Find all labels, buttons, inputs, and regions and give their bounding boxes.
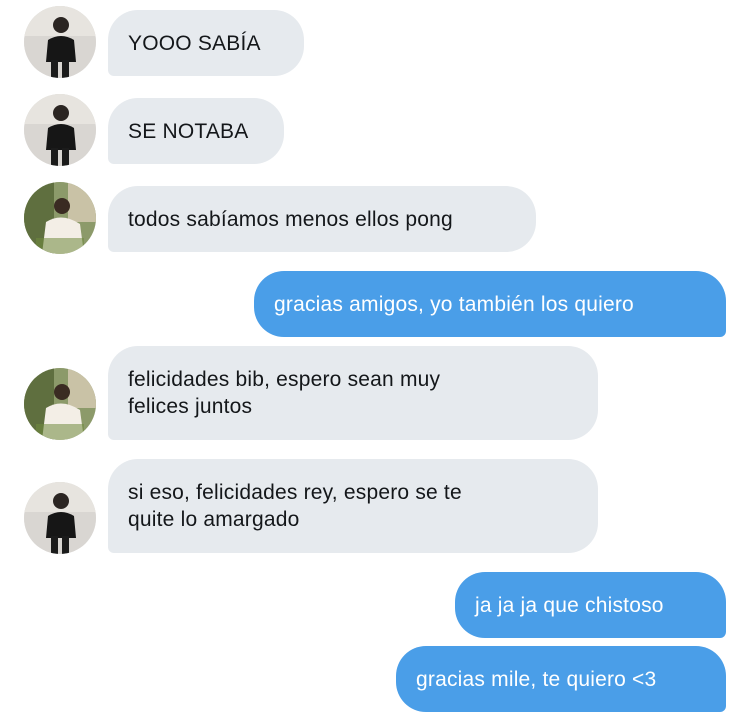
- message-text: gracias amigos, yo también los quiero: [274, 292, 634, 316]
- message-text: todos sabíamos menos ellos pong: [128, 207, 453, 231]
- message-bubble-incoming[interactable]: YOOO SABÍA: [108, 10, 304, 76]
- message-text: felicidades bib, espero sean muy felices…: [128, 368, 441, 418]
- person-in-white-shirt-avatar-icon: [24, 182, 96, 254]
- message-bubble-outgoing[interactable]: ja ja ja que chistoso: [455, 572, 726, 638]
- friend-2-avatar[interactable]: [24, 368, 96, 440]
- message-bubble-incoming[interactable]: todos sabíamos menos ellos pong: [108, 186, 536, 252]
- message-bubble-incoming[interactable]: si eso, felicidades rey, espero se te qu…: [108, 459, 598, 553]
- message-bubble-incoming[interactable]: SE NOTABA: [108, 98, 284, 164]
- friend-1-avatar[interactable]: [24, 6, 96, 78]
- message-text: YOOO SABÍA: [128, 31, 261, 55]
- message-text: si eso, felicidades rey, espero se te qu…: [128, 481, 462, 531]
- person-in-white-shirt-avatar-icon: [24, 368, 96, 440]
- message-bubble-outgoing[interactable]: gracias mile, te quiero <3: [396, 646, 726, 712]
- message-text: gracias mile, te quiero <3: [416, 667, 657, 691]
- friend-2-avatar[interactable]: [24, 182, 96, 254]
- message-bubble-incoming[interactable]: felicidades bib, espero sean muy felices…: [108, 346, 598, 440]
- person-in-black-avatar-icon: [24, 6, 96, 78]
- chat-thread: YOOO SABÍA SE NOTABA todos sabíamos meno…: [0, 0, 750, 720]
- message-text: ja ja ja que chistoso: [475, 593, 664, 617]
- person-in-black-avatar-icon: [24, 482, 96, 554]
- friend-1-avatar[interactable]: [24, 482, 96, 554]
- message-text: SE NOTABA: [128, 119, 249, 143]
- person-in-black-avatar-icon: [24, 94, 96, 166]
- message-bubble-outgoing[interactable]: gracias amigos, yo también los quiero: [254, 271, 726, 337]
- friend-1-avatar[interactable]: [24, 94, 96, 166]
